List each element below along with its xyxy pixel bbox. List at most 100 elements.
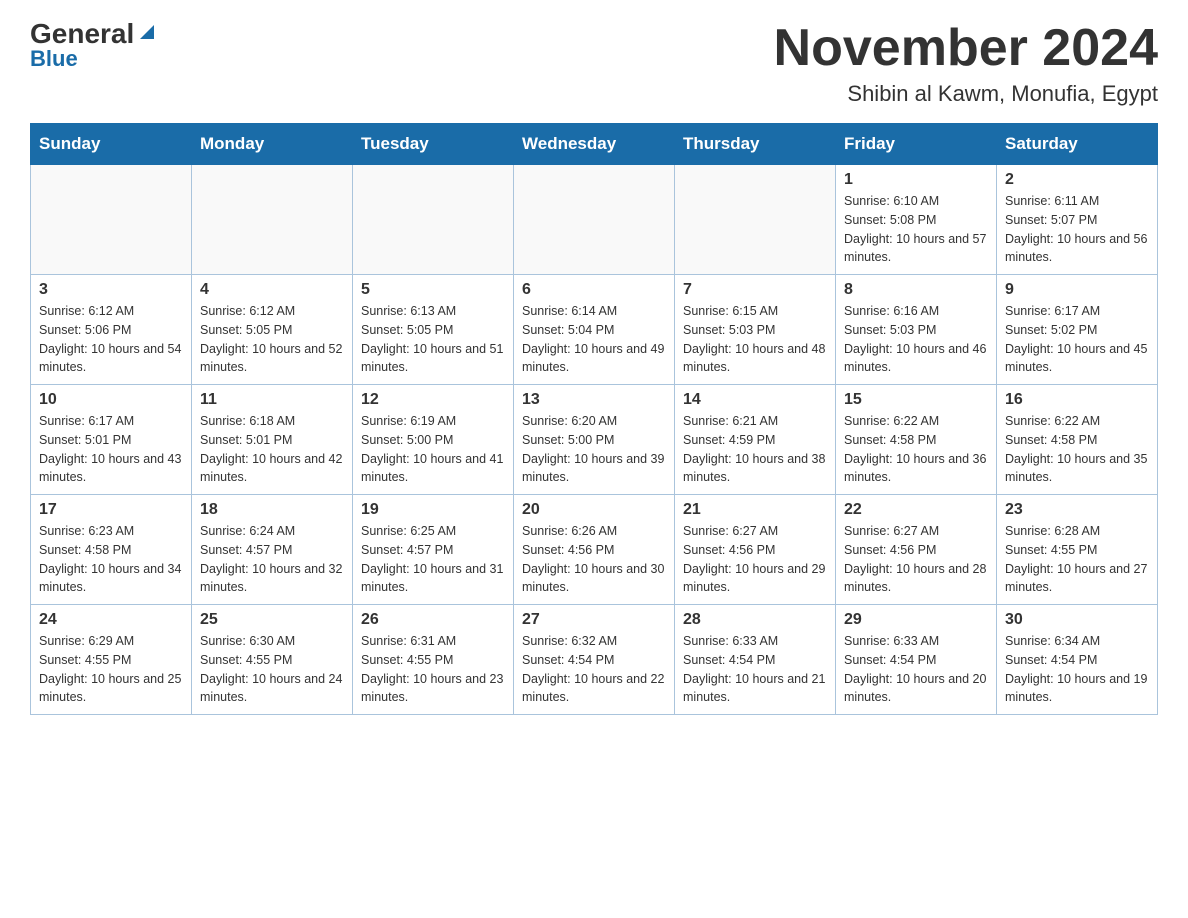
day-info: Sunrise: 6:21 AMSunset: 4:59 PMDaylight:… [683, 412, 827, 487]
calendar-cell: 1 Sunrise: 6:10 AMSunset: 5:08 PMDaylight… [836, 165, 997, 275]
title-area: November 2024 Shibin al Kawm, Monufia, E… [774, 20, 1158, 107]
calendar-cell: 24Sunrise: 6:29 AMSunset: 4:55 PMDayligh… [31, 605, 192, 715]
day-number: 2 [1005, 171, 1149, 189]
day-number: 5 [361, 281, 505, 299]
day-info: Sunrise: 6:12 AMSunset: 5:06 PMDaylight:… [39, 302, 183, 377]
calendar-week-3: 10 Sunrise: 6:17 AMSunset: 5:01 PMDayligh… [31, 385, 1158, 495]
day-info: Sunrise: 6:18 AMSunset: 5:01 PMDaylight:… [200, 412, 344, 487]
calendar-cell: 3 Sunrise: 6:12 AMSunset: 5:06 PMDaylight… [31, 275, 192, 385]
day-number: 8 [844, 281, 988, 299]
day-info: Sunrise: 6:27 AMSunset: 4:56 PMDaylight:… [683, 522, 827, 597]
day-info: Sunrise: 6:31 AMSunset: 4:55 PMDaylight:… [361, 632, 505, 707]
calendar-cell: 21 Sunrise: 6:27 AMSunset: 4:56 PMDayligh… [675, 495, 836, 605]
calendar-cell: 30 Sunrise: 6:34 AMSunset: 4:54 PMDayligh… [997, 605, 1158, 715]
calendar-cell [675, 165, 836, 275]
calendar-cell: 5 Sunrise: 6:13 AMSunset: 5:05 PMDaylight… [353, 275, 514, 385]
calendar-cell: 13 Sunrise: 6:20 AMSunset: 5:00 PMDayligh… [514, 385, 675, 495]
day-info: Sunrise: 6:15 AMSunset: 5:03 PMDaylight:… [683, 302, 827, 377]
calendar-cell: 2 Sunrise: 6:11 AMSunset: 5:07 PMDaylight… [997, 165, 1158, 275]
day-info: Sunrise: 6:17 AMSunset: 5:01 PMDaylight:… [39, 412, 183, 487]
calendar-week-4: 17 Sunrise: 6:23 AMSunset: 4:58 PMDayligh… [31, 495, 1158, 605]
calendar-table: SundayMondayTuesdayWednesdayThursdayFrid… [30, 123, 1158, 715]
day-info: Sunrise: 6:29 AMSunset: 4:55 PMDaylight:… [39, 632, 183, 707]
day-info: Sunrise: 6:28 AMSunset: 4:55 PMDaylight:… [1005, 522, 1149, 597]
day-number: 19 [361, 501, 505, 519]
day-number: 20 [522, 501, 666, 519]
day-info: Sunrise: 6:20 AMSunset: 5:00 PMDaylight:… [522, 412, 666, 487]
calendar-week-2: 3 Sunrise: 6:12 AMSunset: 5:06 PMDaylight… [31, 275, 1158, 385]
calendar-cell: 7Sunrise: 6:15 AMSunset: 5:03 PMDaylight… [675, 275, 836, 385]
day-info: Sunrise: 6:32 AMSunset: 4:54 PMDaylight:… [522, 632, 666, 707]
calendar-cell: 25Sunrise: 6:30 AMSunset: 4:55 PMDayligh… [192, 605, 353, 715]
day-info: Sunrise: 6:26 AMSunset: 4:56 PMDaylight:… [522, 522, 666, 597]
calendar-cell: 23 Sunrise: 6:28 AMSunset: 4:55 PMDayligh… [997, 495, 1158, 605]
day-number: 23 [1005, 501, 1149, 519]
calendar-cell: 4 Sunrise: 6:12 AMSunset: 5:05 PMDaylight… [192, 275, 353, 385]
day-number: 6 [522, 281, 666, 299]
calendar-week-1: 1 Sunrise: 6:10 AMSunset: 5:08 PMDaylight… [31, 165, 1158, 275]
calendar-cell: 26 Sunrise: 6:31 AMSunset: 4:55 PMDayligh… [353, 605, 514, 715]
logo: General Blue [30, 20, 158, 72]
day-number: 15 [844, 391, 988, 409]
calendar-cell: 17 Sunrise: 6:23 AMSunset: 4:58 PMDayligh… [31, 495, 192, 605]
calendar-cell: 9 Sunrise: 6:17 AMSunset: 5:02 PMDaylight… [997, 275, 1158, 385]
day-info: Sunrise: 6:17 AMSunset: 5:02 PMDaylight:… [1005, 302, 1149, 377]
day-number: 12 [361, 391, 505, 409]
day-info: Sunrise: 6:12 AMSunset: 5:05 PMDaylight:… [200, 302, 344, 377]
weekday-header-sunday: Sunday [31, 124, 192, 165]
day-info: Sunrise: 6:19 AMSunset: 5:00 PMDaylight:… [361, 412, 505, 487]
day-number: 21 [683, 501, 827, 519]
day-number: 11 [200, 391, 344, 409]
calendar-cell [514, 165, 675, 275]
day-number: 17 [39, 501, 183, 519]
header: General Blue November 2024 Shibin al Kaw… [30, 20, 1158, 107]
day-number: 28 [683, 611, 827, 629]
calendar-cell: 15Sunrise: 6:22 AMSunset: 4:58 PMDayligh… [836, 385, 997, 495]
logo-blue: Blue [30, 46, 78, 72]
calendar-cell: 16 Sunrise: 6:22 AMSunset: 4:58 PMDayligh… [997, 385, 1158, 495]
calendar-cell: 6 Sunrise: 6:14 AMSunset: 5:04 PMDaylight… [514, 275, 675, 385]
day-info: Sunrise: 6:24 AMSunset: 4:57 PMDaylight:… [200, 522, 344, 597]
day-number: 16 [1005, 391, 1149, 409]
calendar-cell: 14 Sunrise: 6:21 AMSunset: 4:59 PMDayligh… [675, 385, 836, 495]
day-info: Sunrise: 6:11 AMSunset: 5:07 PMDaylight:… [1005, 192, 1149, 267]
day-number: 4 [200, 281, 344, 299]
day-number: 18 [200, 501, 344, 519]
day-number: 29 [844, 611, 988, 629]
day-info: Sunrise: 6:34 AMSunset: 4:54 PMDaylight:… [1005, 632, 1149, 707]
calendar-week-5: 24Sunrise: 6:29 AMSunset: 4:55 PMDayligh… [31, 605, 1158, 715]
day-info: Sunrise: 6:14 AMSunset: 5:04 PMDaylight:… [522, 302, 666, 377]
weekday-header-row: SundayMondayTuesdayWednesdayThursdayFrid… [31, 124, 1158, 165]
day-info: Sunrise: 6:16 AMSunset: 5:03 PMDaylight:… [844, 302, 988, 377]
day-info: Sunrise: 6:23 AMSunset: 4:58 PMDaylight:… [39, 522, 183, 597]
calendar-cell: 20 Sunrise: 6:26 AMSunset: 4:56 PMDayligh… [514, 495, 675, 605]
day-number: 27 [522, 611, 666, 629]
day-number: 3 [39, 281, 183, 299]
calendar-cell: 11 Sunrise: 6:18 AMSunset: 5:01 PMDayligh… [192, 385, 353, 495]
day-number: 30 [1005, 611, 1149, 629]
calendar-cell: 29Sunrise: 6:33 AMSunset: 4:54 PMDayligh… [836, 605, 997, 715]
day-number: 10 [39, 391, 183, 409]
day-number: 14 [683, 391, 827, 409]
weekday-header-wednesday: Wednesday [514, 124, 675, 165]
day-number: 1 [844, 171, 988, 189]
day-info: Sunrise: 6:25 AMSunset: 4:57 PMDaylight:… [361, 522, 505, 597]
calendar-cell [192, 165, 353, 275]
weekday-header-saturday: Saturday [997, 124, 1158, 165]
calendar-cell [31, 165, 192, 275]
calendar-cell: 10 Sunrise: 6:17 AMSunset: 5:01 PMDayligh… [31, 385, 192, 495]
calendar-cell: 18 Sunrise: 6:24 AMSunset: 4:57 PMDayligh… [192, 495, 353, 605]
day-number: 26 [361, 611, 505, 629]
logo-general: General [30, 20, 134, 48]
calendar-cell: 12 Sunrise: 6:19 AMSunset: 5:00 PMDayligh… [353, 385, 514, 495]
weekday-header-tuesday: Tuesday [353, 124, 514, 165]
day-number: 25 [200, 611, 344, 629]
day-info: Sunrise: 6:22 AMSunset: 4:58 PMDaylight:… [1005, 412, 1149, 487]
weekday-header-thursday: Thursday [675, 124, 836, 165]
day-number: 9 [1005, 281, 1149, 299]
day-info: Sunrise: 6:10 AMSunset: 5:08 PMDaylight:… [844, 192, 988, 267]
weekday-header-friday: Friday [836, 124, 997, 165]
day-number: 22 [844, 501, 988, 519]
day-info: Sunrise: 6:13 AMSunset: 5:05 PMDaylight:… [361, 302, 505, 377]
day-number: 13 [522, 391, 666, 409]
